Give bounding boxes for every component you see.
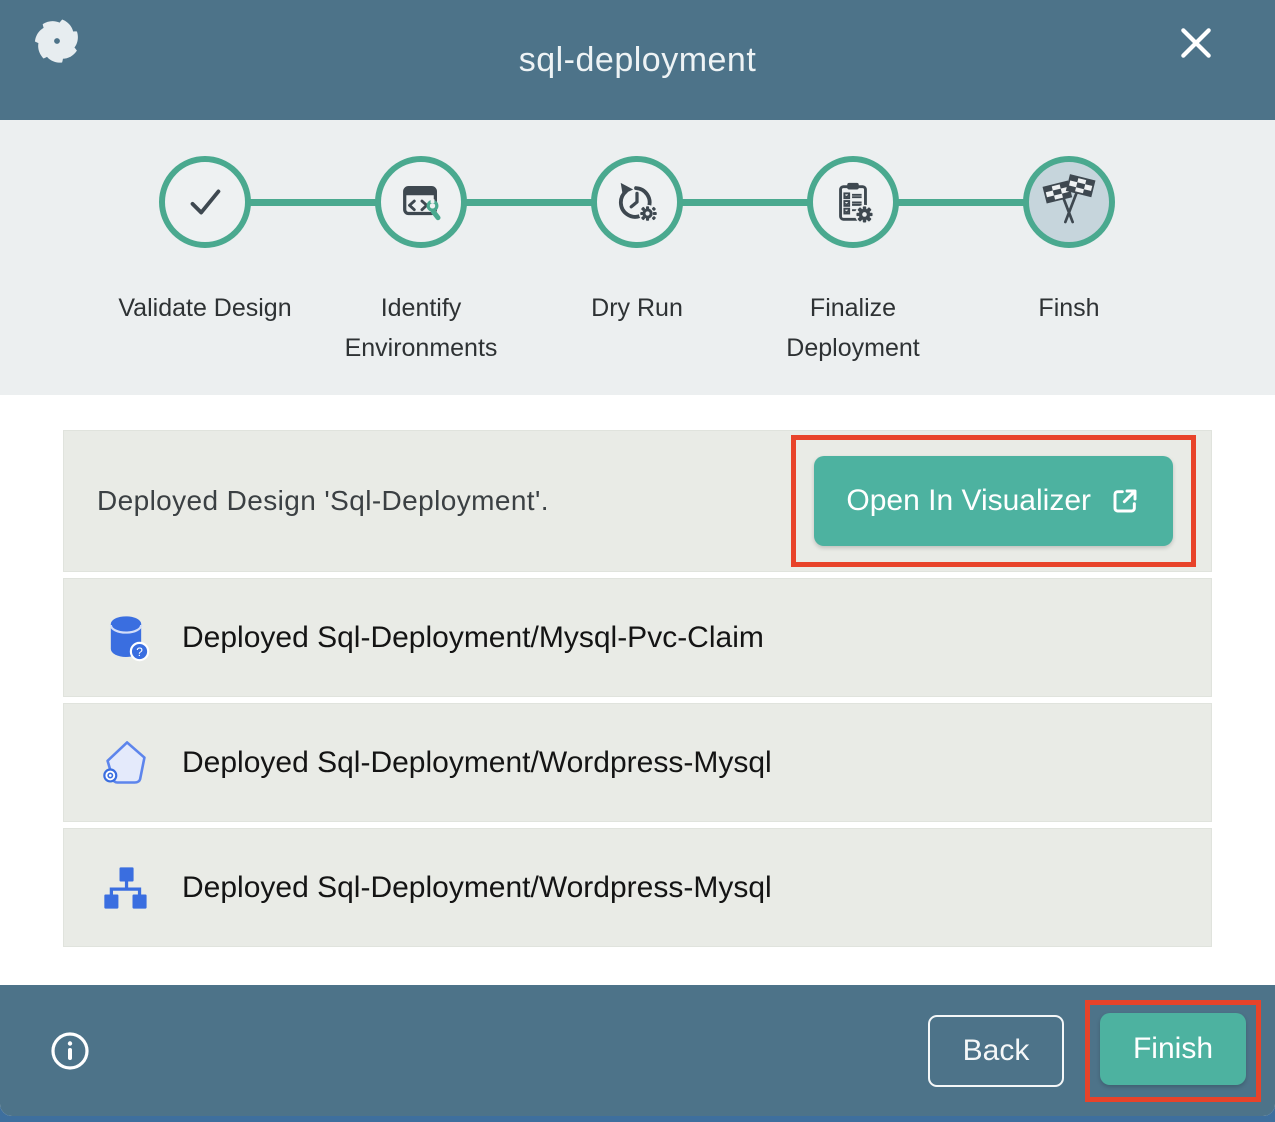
step-label: Validate Design	[114, 288, 296, 328]
database-icon: ?	[100, 612, 152, 664]
info-button[interactable]	[50, 1031, 90, 1071]
results-panel: Deployed Design 'Sql-Deployment'. Open I…	[0, 395, 1275, 947]
step-label: Finsh	[978, 288, 1160, 328]
dialog-header: sql-deployment	[0, 0, 1275, 120]
back-button-label: Back	[963, 1034, 1030, 1067]
step-label: Dry Run	[546, 288, 728, 328]
code-wrench-icon	[398, 179, 444, 225]
deployed-item-text: Deployed Sql-Deployment/Wordpress-Mysql	[182, 746, 772, 780]
deployed-item-row: Deployed Sql-Deployment/Wordpress-Mysql	[63, 828, 1212, 947]
annotation-highlight-finish: Finish	[1085, 1000, 1261, 1102]
hierarchy-icon	[100, 862, 152, 914]
close-icon	[1177, 24, 1215, 62]
step-validate-design[interactable]: Validate Design	[97, 156, 313, 368]
finish-button-label: Finish	[1133, 1032, 1213, 1066]
step-dry-run[interactable]: Dry Run	[529, 156, 745, 368]
info-icon	[50, 1031, 90, 1071]
annotation-highlight-visualizer: Open In Visualizer	[791, 435, 1196, 567]
step-label: Identify Environments	[330, 288, 512, 368]
svg-text:?: ?	[136, 644, 143, 658]
back-button[interactable]: Back	[928, 1015, 1064, 1087]
step-finish[interactable]: Finsh	[961, 156, 1177, 368]
deployed-item-text: Deployed Sql-Deployment/Mysql-Pvc-Claim	[182, 621, 764, 655]
external-link-icon	[1109, 485, 1141, 517]
deployed-item-row: ? Deployed Sql-Deployment/Mysql-Pvc-Clai…	[63, 578, 1212, 697]
open-in-visualizer-button[interactable]: Open In Visualizer	[814, 456, 1173, 546]
step-identify-environments[interactable]: Identify Environments	[313, 156, 529, 368]
clipboard-gear-icon	[830, 179, 876, 225]
close-button[interactable]	[1175, 22, 1217, 64]
open-in-visualizer-label: Open In Visualizer	[846, 484, 1091, 518]
pentagon-icon	[100, 737, 152, 789]
check-icon	[182, 179, 228, 225]
deployed-item-row: Deployed Sql-Deployment/Wordpress-Mysql	[63, 703, 1212, 822]
deployment-summary-row: Deployed Design 'Sql-Deployment'. Open I…	[63, 430, 1212, 572]
step-label: Finalize Deployment	[762, 288, 944, 368]
dry-run-icon	[614, 179, 660, 225]
dialog-title: sql-deployment	[0, 41, 1275, 80]
deployment-summary-text: Deployed Design 'Sql-Deployment'.	[64, 485, 549, 517]
finish-flags-icon	[1040, 173, 1098, 231]
finish-button[interactable]: Finish	[1100, 1013, 1246, 1085]
dialog-footer: Back Finish	[0, 985, 1275, 1116]
step-finalize-deployment[interactable]: Finalize Deployment	[745, 156, 961, 368]
wizard-stepper: Validate Design	[0, 120, 1275, 395]
app-swirl-logo-icon	[28, 12, 86, 70]
deployed-item-text: Deployed Sql-Deployment/Wordpress-Mysql	[182, 871, 772, 905]
deployment-wizard-dialog: sql-deployment Validate Design	[0, 0, 1275, 1116]
